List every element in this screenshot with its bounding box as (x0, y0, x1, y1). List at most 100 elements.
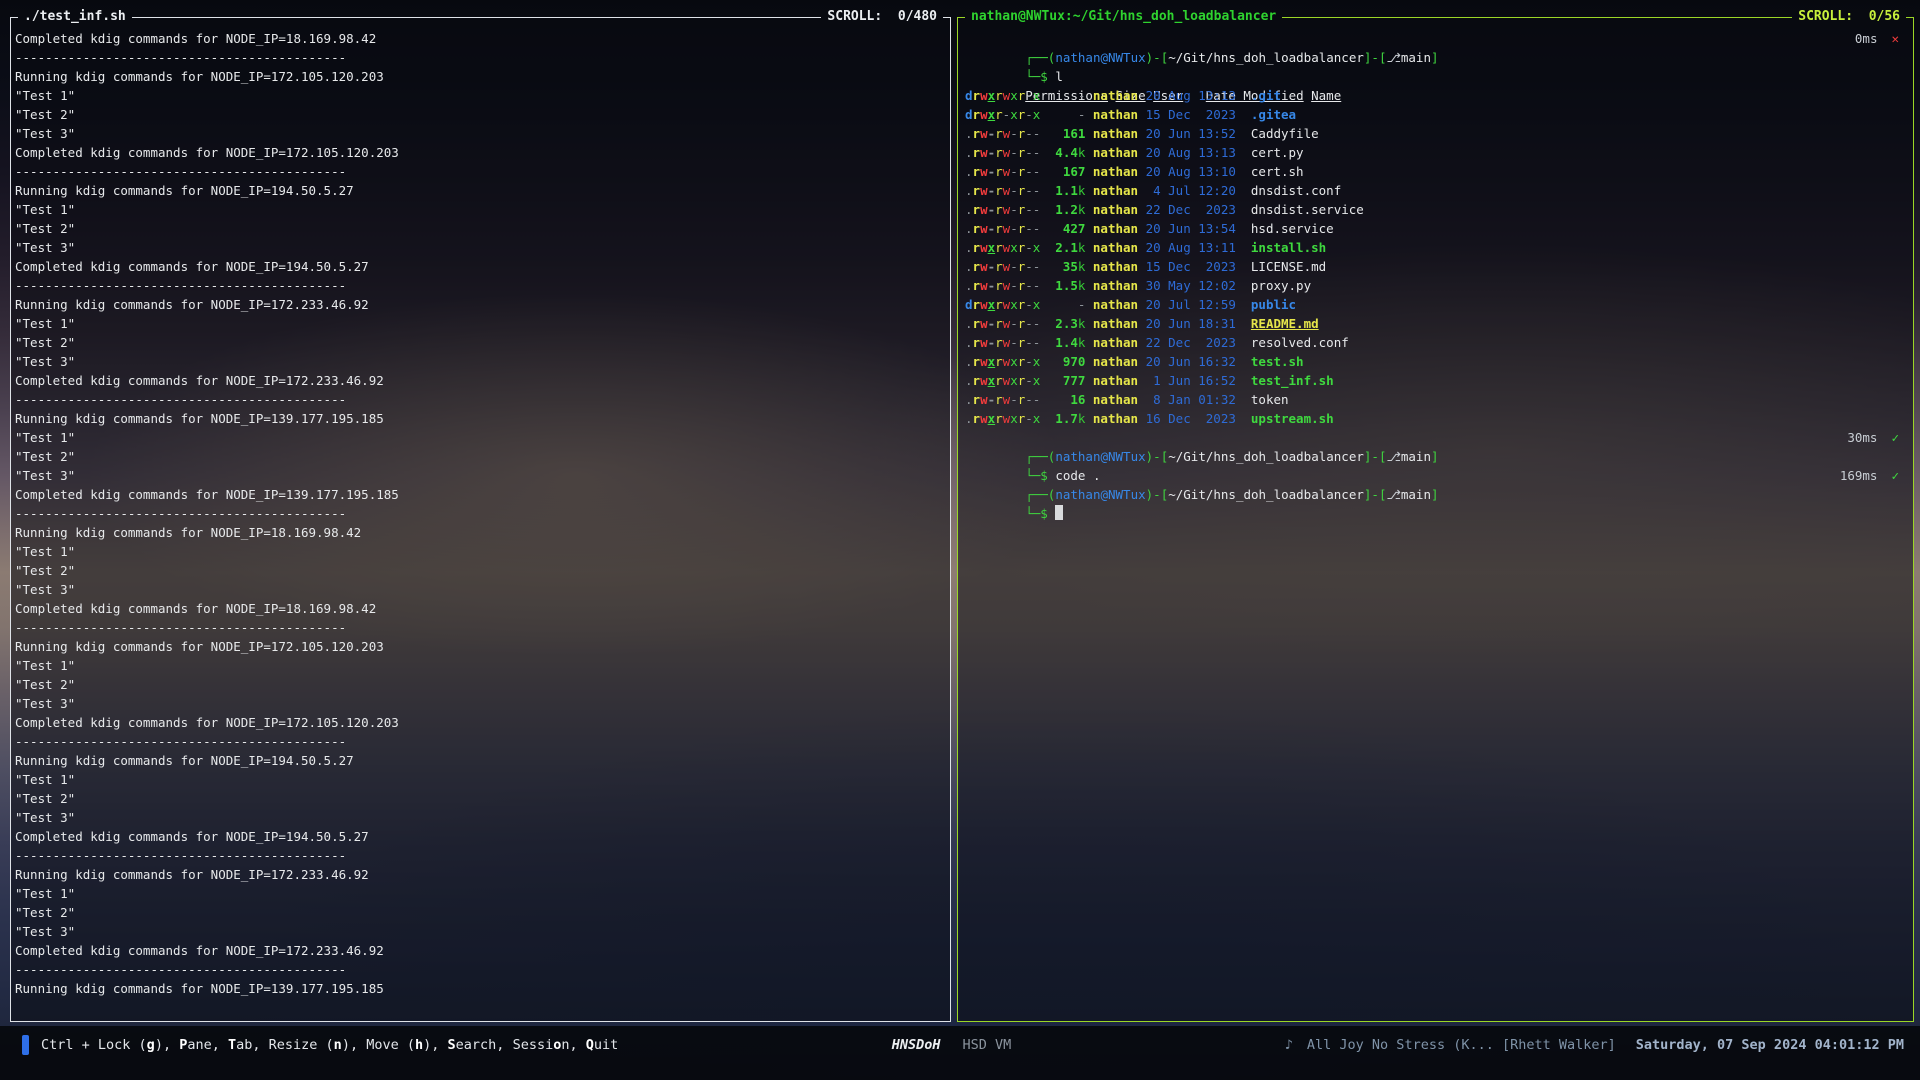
file-row: drwxrwxr-x-nathan20 Jul 12:59public (965, 295, 1909, 314)
file-name: install.sh (1251, 240, 1326, 255)
machine-name: HSD VM (963, 1037, 1012, 1053)
command-duration: 0ms✕ (1855, 29, 1899, 48)
file-listing: drwxrwxr-x-nathan20 Aug 13:13.gitdrwxr-x… (965, 86, 1909, 428)
file-date-modified: 20 Aug 13:13 (1146, 143, 1244, 162)
pane-right-terminal-output[interactable]: ┌──(nathan@NWTux)-[~/Git/hns_doh_loadbal… (957, 17, 1914, 1022)
file-permissions: drwxrwxr-x (965, 86, 1048, 105)
file-permissions: drwxrwxr-x (965, 295, 1048, 314)
file-name: upstream.sh (1251, 411, 1334, 426)
file-size: 35k (1055, 257, 1085, 276)
file-owner: nathan (1093, 333, 1138, 352)
terminal-line: "Test 2" (15, 789, 946, 808)
shortcut-key: h (415, 1037, 423, 1053)
border-segment (10, 17, 18, 18)
terminal-line: Completed kdig commands for NODE_IP=194.… (15, 827, 946, 846)
command-duration: 30ms✓ (1847, 428, 1899, 447)
mode-indicator-icon (22, 1035, 29, 1055)
clock: Saturday, 07 Sep 2024 04:01:12 PM (1636, 1037, 1904, 1053)
terminal-line: Completed kdig commands for NODE_IP=172.… (15, 143, 946, 162)
pane-left-border-top: ./test_inf.sh SCROLL: 0/480 (10, 8, 951, 26)
file-row: .rw-rw-r--167nathan20 Aug 13:10cert.sh (965, 162, 1909, 181)
file-size: - (1055, 86, 1085, 105)
file-row: .rw-rw-r--427nathan20 Jun 13:54hsd.servi… (965, 219, 1909, 238)
file-owner: nathan (1093, 181, 1138, 200)
file-row: .rw-rw-r--1.1knathan 4 Jul 12:20dnsdist.… (965, 181, 1909, 200)
terminal-line: "Test 2" (15, 561, 946, 580)
file-size: 1.5k (1055, 276, 1085, 295)
file-name: README.md (1251, 316, 1319, 331)
prompt-line: ┌──(nathan@NWTux)-[~/Git/hns_doh_loadbal… (965, 428, 1909, 447)
file-permissions: .rw-rw-r-- (965, 314, 1048, 333)
file-owner: nathan (1093, 276, 1138, 295)
file-owner: nathan (1093, 257, 1138, 276)
file-date-modified: 20 Aug 13:13 (1146, 86, 1244, 105)
file-row: .rw-rw-r--2.3knathan20 Jun 18:31README.m… (965, 314, 1909, 333)
file-date-modified: 20 Aug 13:10 (1146, 162, 1244, 181)
terminal-line: "Test 3" (15, 124, 946, 143)
terminal-line: "Test 1" (15, 656, 946, 675)
file-date-modified: 15 Dec 2023 (1146, 105, 1244, 124)
file-name: public (1251, 297, 1296, 312)
terminal-line: "Test 1" (15, 542, 946, 561)
file-owner: nathan (1093, 371, 1138, 390)
terminal-line: Completed kdig commands for NODE_IP=172.… (15, 371, 946, 390)
terminal-line: "Test 2" (15, 219, 946, 238)
session-name: HNSDoH (892, 1037, 941, 1053)
terminal-cursor (1055, 505, 1063, 520)
file-owner: nathan (1093, 162, 1138, 181)
file-owner: nathan (1093, 238, 1138, 257)
pane-left: ./test_inf.sh SCROLL: 0/480 Completed kd… (10, 8, 951, 1022)
terminal-line: ----------------------------------------… (15, 48, 946, 67)
file-size: 2.3k (1055, 314, 1085, 333)
terminal-line: Completed kdig commands for NODE_IP=18.1… (15, 29, 946, 48)
terminal-line: Running kdig commands for NODE_IP=18.169… (15, 523, 946, 542)
file-size: 1.7k (1055, 409, 1085, 428)
terminal-line: Completed kdig commands for NODE_IP=172.… (15, 713, 946, 732)
file-row: .rw-rw-r--4.4knathan20 Aug 13:13cert.py (965, 143, 1909, 162)
file-size: 16 (1055, 390, 1085, 409)
file-permissions: .rw-rw-r-- (965, 181, 1048, 200)
terminal-line: ----------------------------------------… (15, 960, 946, 979)
file-permissions: .rwxrwxr-x (965, 238, 1048, 257)
file-permissions: .rwxrwxr-x (965, 352, 1048, 371)
file-date-modified: 4 Jul 12:20 (1146, 181, 1244, 200)
file-permissions: .rw-rw-r-- (965, 390, 1048, 409)
file-row: drwxrwxr-x-nathan20 Aug 13:13.git (965, 86, 1909, 105)
file-row: .rwxrwxr-x1.7knathan16 Dec 2023upstream.… (965, 409, 1909, 428)
file-row: .rwxrwxr-x2.1knathan20 Aug 13:11install.… (965, 238, 1909, 257)
terminal-line: ----------------------------------------… (15, 276, 946, 295)
now-playing: All Joy No Stress (K... [Rhett Walker] (1307, 1037, 1616, 1053)
border-segment (957, 17, 965, 18)
terminal-line: "Test 1" (15, 770, 946, 789)
file-permissions: .rw-rw-r-- (965, 257, 1048, 276)
file-size: 1.4k (1055, 333, 1085, 352)
file-date-modified: 20 Aug 13:11 (1146, 238, 1244, 257)
shortcut-key: g (147, 1037, 155, 1053)
file-owner: nathan (1093, 124, 1138, 143)
file-size: - (1055, 295, 1085, 314)
terminal-line: ----------------------------------------… (15, 162, 946, 181)
terminal-line: "Test 2" (15, 105, 946, 124)
file-permissions: .rw-rw-r-- (965, 143, 1048, 162)
file-permissions: drwxr-xr-x (965, 105, 1048, 124)
border-segment (1906, 17, 1914, 18)
terminal-line: Running kdig commands for NODE_IP=194.50… (15, 751, 946, 770)
terminal-line: Running kdig commands for NODE_IP=139.17… (15, 979, 946, 998)
terminal-line: "Test 2" (15, 675, 946, 694)
pane-left-scroll-indicator: SCROLL: 0/480 (821, 8, 943, 26)
file-date-modified: 1 Jun 16:52 (1146, 371, 1244, 390)
shortcut-key: n (334, 1037, 342, 1053)
desktop: ./test_inf.sh SCROLL: 0/480 Completed kd… (0, 0, 1920, 1080)
music-note-icon: ♪ (1285, 1037, 1293, 1053)
prompt-line: ┌──(nathan@NWTux)-[~/Git/hns_doh_loadbal… (965, 29, 1909, 48)
shortcut-key: T (228, 1037, 236, 1053)
shell-input-line[interactable]: └─$ (965, 485, 1909, 504)
file-owner: nathan (1093, 295, 1138, 314)
pane-left-terminal-output[interactable]: Completed kdig commands for NODE_IP=18.1… (10, 17, 951, 1022)
file-size: 1.2k (1055, 200, 1085, 219)
shortcut-key: S (448, 1037, 456, 1053)
terminal-line: "Test 2" (15, 333, 946, 352)
listing-header-row: PermissionsSizeUserDate ModifiedName (965, 67, 1909, 86)
file-name: .git (1251, 88, 1281, 103)
prompt-line: ┌──(nathan@NWTux)-[~/Git/hns_doh_loadbal… (965, 466, 1909, 485)
